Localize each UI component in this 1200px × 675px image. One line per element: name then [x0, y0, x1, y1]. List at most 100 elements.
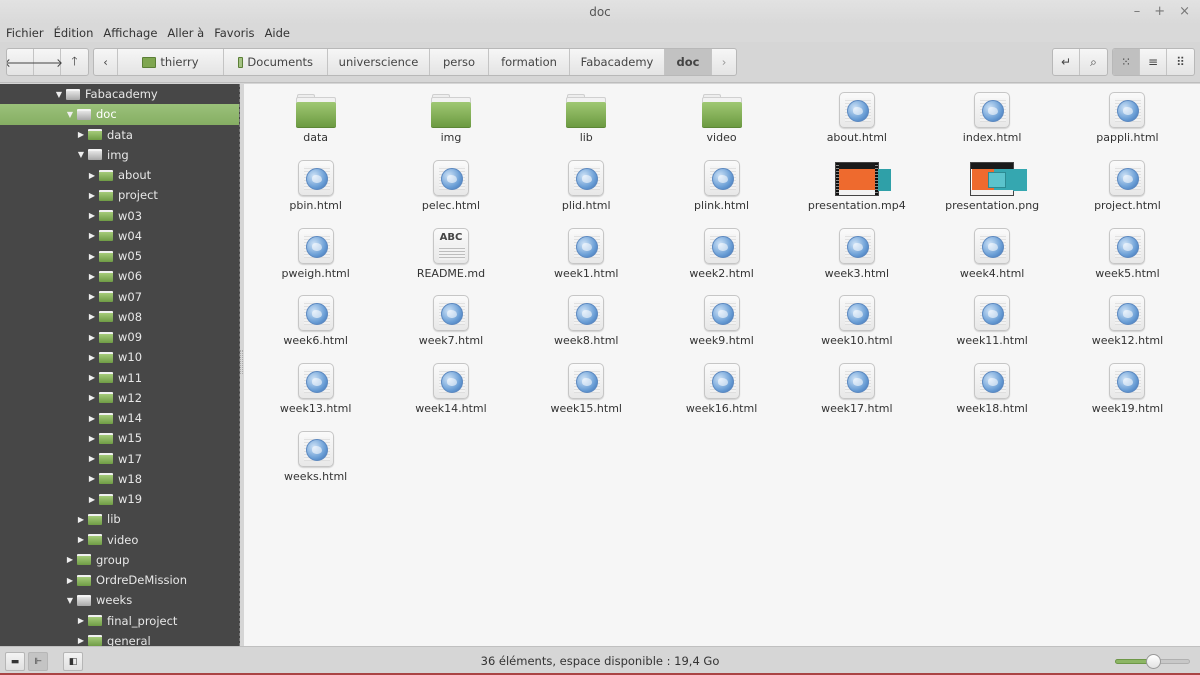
expander-right-icon[interactable]: ▶	[76, 535, 86, 544]
tree-item-group[interactable]: ▶ group	[0, 550, 239, 570]
file-item[interactable]: week10.html	[789, 291, 924, 359]
expander-down-icon[interactable]: ▼	[65, 110, 75, 119]
expander-down-icon[interactable]: ▼	[65, 596, 75, 605]
file-item[interactable]: week11.html	[924, 291, 1059, 359]
file-item[interactable]: week5.html	[1060, 224, 1195, 292]
expander-right-icon[interactable]: ▶	[87, 474, 97, 483]
list-view-button[interactable]: ≡	[1140, 49, 1167, 75]
breadcrumb-formation[interactable]: formation	[489, 49, 570, 75]
expander-down-icon[interactable]: ▼	[76, 150, 86, 159]
tree-item-w09[interactable]: ▶ w09	[0, 327, 239, 347]
breadcrumb-scroll-left[interactable]: ‹	[94, 49, 118, 75]
expander-right-icon[interactable]: ▶	[87, 231, 97, 240]
expander-right-icon[interactable]: ▶	[87, 414, 97, 423]
menu-aide[interactable]: Aide	[265, 24, 295, 42]
tree-item-w10[interactable]: ▶ w10	[0, 347, 239, 367]
file-item[interactable]: week4.html	[924, 224, 1059, 292]
close-button[interactable]: ×	[1179, 0, 1190, 24]
menu-affichage[interactable]: Affichage	[103, 24, 162, 42]
file-item[interactable]: week1.html	[519, 224, 654, 292]
expander-right-icon[interactable]: ▶	[76, 616, 86, 625]
tree-item-w18[interactable]: ▶ w18	[0, 469, 239, 489]
menu-aller-a[interactable]: Aller à	[167, 24, 209, 42]
up-button[interactable]: 🡑	[61, 49, 88, 75]
file-item[interactable]: lib	[519, 88, 654, 156]
file-item[interactable]: week7.html	[383, 291, 518, 359]
tree-item-w17[interactable]: ▶ w17	[0, 449, 239, 469]
breadcrumb-universcience[interactable]: universcience	[328, 49, 430, 75]
tree-item-lib[interactable]: ▶ lib	[0, 509, 239, 529]
file-item[interactable]: index.html	[924, 88, 1059, 156]
expander-down-icon[interactable]: ▼	[54, 90, 64, 99]
tree-item-video[interactable]: ▶ video	[0, 530, 239, 550]
tree-item-w03[interactable]: ▶ w03	[0, 206, 239, 226]
tree-item-w14[interactable]: ▶ w14	[0, 408, 239, 428]
tree-item-final-project[interactable]: ▶ final_project	[0, 611, 239, 631]
file-item[interactable]: week12.html	[1060, 291, 1195, 359]
expander-right-icon[interactable]: ▶	[87, 373, 97, 382]
tree-item-w05[interactable]: ▶ w05	[0, 246, 239, 266]
file-item[interactable]: week8.html	[519, 291, 654, 359]
file-item[interactable]: weeks.html	[248, 427, 383, 495]
expander-right-icon[interactable]: ▶	[87, 292, 97, 301]
menu-favoris[interactable]: Favoris	[214, 24, 259, 42]
expander-right-icon[interactable]: ▶	[87, 393, 97, 402]
expander-right-icon[interactable]: ▶	[87, 495, 97, 504]
expander-right-icon[interactable]: ▶	[65, 555, 75, 564]
file-item[interactable]: week13.html	[248, 359, 383, 427]
file-item[interactable]: week6.html	[248, 291, 383, 359]
zoom-slider-knob[interactable]	[1145, 654, 1161, 669]
tree-item-about[interactable]: ▶ about	[0, 165, 239, 185]
file-item[interactable]: presentation.png	[924, 156, 1059, 224]
expander-right-icon[interactable]: ▶	[87, 252, 97, 261]
tree-item-w08[interactable]: ▶ w08	[0, 307, 239, 327]
breadcrumb-thierry[interactable]: thierry	[118, 49, 224, 75]
expander-right-icon[interactable]: ▶	[65, 576, 75, 585]
maximize-button[interactable]: +	[1154, 0, 1165, 24]
file-item[interactable]: pbin.html	[248, 156, 383, 224]
tree-item-w19[interactable]: ▶ w19	[0, 489, 239, 509]
tree-item-general[interactable]: ▶ general	[0, 631, 239, 646]
toggle-location-button[interactable]: ↵	[1053, 49, 1080, 75]
file-item[interactable]: plink.html	[654, 156, 789, 224]
tree-item-w15[interactable]: ▶ w15	[0, 428, 239, 448]
sidebar-tree[interactable]: ▼ Fabacademy ▼ doc ▶ data ▼ img ▶ about ▶ project ▶ w…	[0, 84, 240, 646]
menu-edition[interactable]: Édition	[54, 24, 99, 42]
breadcrumb-doc[interactable]: doc	[665, 49, 712, 75]
expander-right-icon[interactable]: ▶	[87, 454, 97, 463]
file-item[interactable]: week9.html	[654, 291, 789, 359]
expander-right-icon[interactable]: ▶	[87, 333, 97, 342]
search-button[interactable]: ⌕	[1080, 49, 1107, 75]
expander-right-icon[interactable]: ▶	[76, 130, 86, 139]
breadcrumb-fabacademy[interactable]: Fabacademy	[570, 49, 665, 75]
tree-item-project[interactable]: ▶ project	[0, 185, 239, 205]
expander-right-icon[interactable]: ▶	[87, 434, 97, 443]
breadcrumb-perso[interactable]: perso	[430, 49, 489, 75]
file-item[interactable]: week2.html	[654, 224, 789, 292]
file-item[interactable]: plid.html	[519, 156, 654, 224]
file-item[interactable]: week18.html	[924, 359, 1059, 427]
minimize-button[interactable]: –	[1134, 0, 1141, 24]
icon-view-button[interactable]: ⁙	[1113, 49, 1140, 75]
menu-fichier[interactable]: Fichier	[6, 24, 49, 42]
file-item[interactable]: week19.html	[1060, 359, 1195, 427]
tree-item-w11[interactable]: ▶ w11	[0, 368, 239, 388]
expander-right-icon[interactable]: ▶	[87, 191, 97, 200]
file-item[interactable]: pweigh.html	[248, 224, 383, 292]
file-item[interactable]: video	[654, 88, 789, 156]
expander-right-icon[interactable]: ▶	[87, 272, 97, 281]
file-item[interactable]: week15.html	[519, 359, 654, 427]
breadcrumb-scroll-right[interactable]: ›	[712, 49, 736, 75]
sidebar-resize-handle[interactable]	[240, 350, 243, 374]
expander-right-icon[interactable]: ▶	[87, 171, 97, 180]
tree-item-weeks[interactable]: ▼ weeks	[0, 590, 239, 610]
tree-item-doc[interactable]: ▼ doc	[0, 104, 239, 125]
file-item[interactable]: presentation.mp4	[789, 156, 924, 224]
file-item[interactable]: week17.html	[789, 359, 924, 427]
expander-right-icon[interactable]: ▶	[87, 312, 97, 321]
expander-right-icon[interactable]: ▶	[87, 211, 97, 220]
file-item[interactable]: week14.html	[383, 359, 518, 427]
tree-item-ordredemission[interactable]: ▶ OrdreDeMission	[0, 570, 239, 590]
expander-right-icon[interactable]: ▶	[87, 353, 97, 362]
file-item[interactable]: pappli.html	[1060, 88, 1195, 156]
